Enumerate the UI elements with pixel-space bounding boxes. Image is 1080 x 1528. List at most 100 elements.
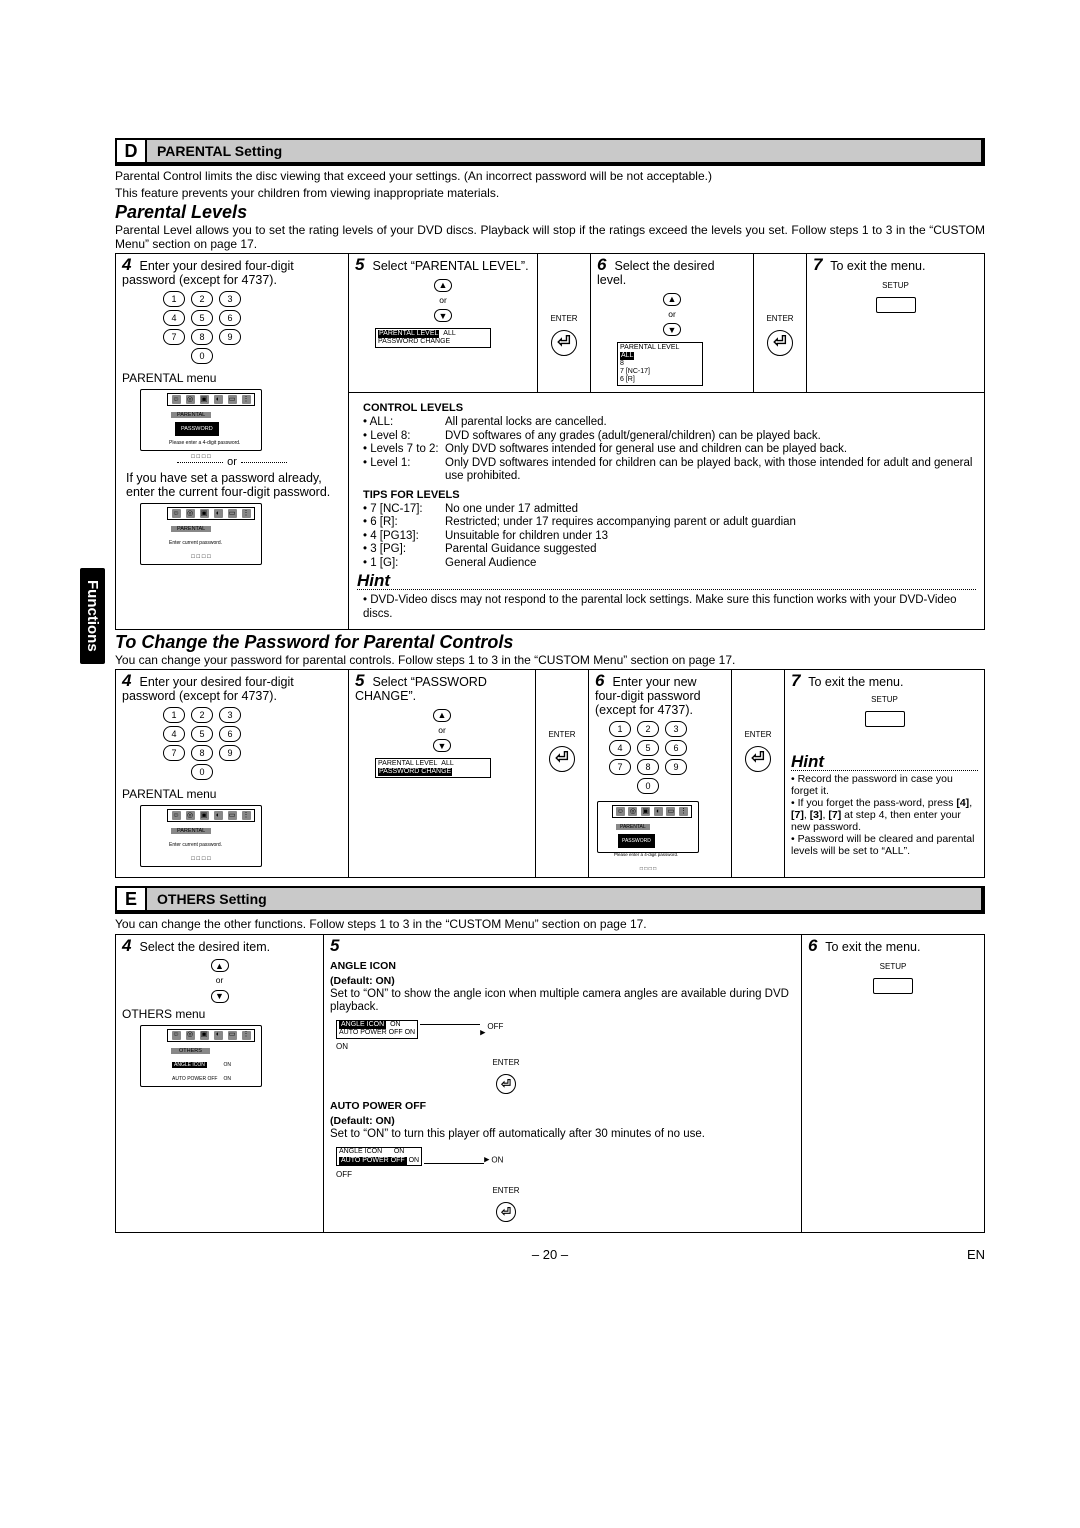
key-7: 7 — [163, 745, 185, 761]
step-number: 6 — [595, 674, 609, 688]
tv-curprompt-2: Enter current password. — [169, 838, 261, 852]
cl-k: • Level 8: — [363, 430, 445, 444]
remote-keypad: 123 456 789 0 — [152, 291, 252, 367]
enter-button-icon: ⏎ — [496, 1074, 516, 1094]
pl-step6: 6 Select the desired level. — [597, 258, 747, 287]
remote-keypad: 123 456 789 0 — [152, 707, 252, 783]
down-button-icon: ▼ — [663, 323, 681, 336]
parental-levels-steps: 4 Enter your desired four-digit password… — [115, 253, 985, 630]
step-number: 6 — [597, 258, 611, 272]
tip-k: • 3 [PG]: — [363, 543, 445, 557]
auto-power-diagram: ANGLE ICON ON AUTO POWER OFF ON ▶ ON OFF… — [336, 1147, 676, 1226]
oth-step6: 6 To exit the menu. — [808, 939, 978, 954]
angle-icon-default: (Default: ON) — [330, 975, 395, 987]
or-label: or — [355, 723, 529, 737]
change-pw-intro: You can change your password for parenta… — [115, 653, 985, 667]
key-2: 2 — [191, 707, 213, 723]
key-0: 0 — [191, 348, 213, 364]
cp-step7-text: To exit the menu. — [808, 675, 903, 689]
cl-k: • Levels 7 to 2: — [363, 443, 445, 457]
tv-ai-v: ON — [220, 1058, 234, 1072]
tv-curprompt: Enter current password. — [169, 536, 261, 550]
cp-step5-text: Select “PASSWORD CHANGE”. — [355, 675, 487, 703]
d-on4: ON — [394, 1148, 405, 1155]
d-off: OFF — [487, 1022, 503, 1031]
d-on3: ON — [336, 1042, 348, 1051]
others-menu-label: OTHERS menu — [122, 1007, 317, 1021]
osd-all: ALL — [620, 352, 634, 360]
osd-nc17: 7 [NC-17] — [620, 368, 650, 375]
osd-password-change: PARENTAL LEVEL ALL PASSWORD CHANGE — [375, 758, 491, 778]
hint1-head: Hint — [357, 574, 976, 590]
tv-prompt: Please enter a 4-digit password. — [169, 436, 261, 450]
tv-boxes-2: □ □ □ □ — [141, 550, 261, 564]
cp-step6: 6 Enter your new four-digit password (ex… — [595, 674, 725, 717]
enter-button-icon: ⏎ — [745, 746, 771, 772]
osd-row-parental-level: PARENTAL LEVEL — [378, 330, 439, 338]
sidebar-tab-functions: Functions — [80, 568, 105, 664]
tv-boxes-4: □ □ □ □ — [598, 862, 698, 876]
step5-text: Select “PARENTAL LEVEL”. — [372, 259, 528, 273]
tips-head: TIPS FOR LEVELS — [363, 488, 976, 502]
key-2: 2 — [637, 721, 659, 737]
enter-label: ENTER — [542, 728, 582, 742]
tv-parental-tab-3: PARENTAL — [171, 828, 211, 834]
pl-step5: 5 Select “PARENTAL LEVEL”. — [355, 258, 531, 273]
angle-icon-diagram: ANGLE ICON ON AUTO POWER OFF ON ▶ OFF ON… — [336, 1020, 676, 1099]
down-button-icon: ▼ — [434, 309, 452, 322]
key-6: 6 — [219, 726, 241, 742]
setup-label: SETUP — [791, 693, 978, 707]
hint2-body: • Record the password in case you forget… — [791, 771, 978, 859]
key-9: 9 — [219, 329, 241, 345]
step7-text: To exit the menu. — [830, 259, 925, 273]
step-number: 7 — [791, 674, 805, 688]
cp-step4: 4 Enter your desired four-digit password… — [122, 674, 342, 703]
or-label: or — [597, 307, 747, 321]
tv-ai: ANGLE ICON — [172, 1062, 207, 1068]
step-number: 4 — [122, 674, 136, 688]
remote-keypad: 123 456 789 0 — [603, 721, 693, 797]
step-number: 7 — [813, 258, 827, 272]
enter-label: ENTER — [544, 312, 584, 326]
tv-ap: AUTO POWER OFF — [169, 1072, 220, 1086]
intro-d-l2: This feature prevents your children from… — [115, 186, 985, 201]
oth-step5: 5 — [330, 939, 795, 954]
step-number: 5 — [355, 674, 369, 688]
pl-step7: 7 To exit the menu. — [813, 258, 978, 273]
enter-label: ENTER — [492, 1186, 519, 1195]
cp-step4-text: Enter your desired four-digit password (… — [122, 675, 294, 703]
tv-others-tab: OTHERS — [171, 1048, 210, 1054]
tips-list: • 7 [NC-17]:No one under 17 admitted • 6… — [357, 503, 976, 571]
key-1: 1 — [163, 707, 185, 723]
osd-row: PARENTAL LEVEL — [378, 760, 437, 767]
d-ai: ANGLE ICON — [339, 1021, 386, 1030]
section-d-bar: D PARENTAL Setting — [115, 138, 985, 166]
key-7: 7 — [609, 759, 631, 775]
osd-r: 6 [R] — [620, 376, 635, 383]
cl-k: • Level 1: — [363, 457, 445, 484]
key-9: 9 — [219, 745, 241, 761]
section-e-title: OTHERS Setting — [147, 888, 981, 910]
key-2: 2 — [191, 291, 213, 307]
control-levels-head: CONTROL LEVELS — [363, 401, 976, 415]
page-footer: – 20 – EN — [115, 1247, 985, 1262]
others-steps: 4 Select the desired item. ▲ or ▼ OTHERS… — [115, 934, 985, 1233]
osd-parental-level: PARENTAL LEVEL ALL PASSWORD CHANGE — [375, 328, 491, 348]
key-4: 4 — [163, 726, 185, 742]
step-number: 6 — [808, 939, 822, 953]
osd-head: PARENTAL LEVEL — [620, 344, 679, 351]
tv-password-tab-2: PASSWORD — [618, 834, 655, 848]
tv-boxes-3: □ □ □ □ — [141, 852, 261, 866]
hint2-head: Hint — [791, 755, 978, 771]
already-text: If you have set a password already, ente… — [126, 471, 338, 499]
angle-icon-head: ANGLE ICON — [330, 960, 396, 972]
tip-v: Unsuitable for children under 13 — [445, 530, 976, 544]
or-label: or — [355, 293, 531, 307]
enter-label: ENTER — [492, 1058, 519, 1067]
down-button-icon: ▼ — [211, 990, 229, 1003]
parental-levels-head: Parental Levels — [115, 202, 985, 223]
key-1: 1 — [163, 291, 185, 307]
step-number: 4 — [122, 258, 136, 272]
page-lang: EN — [967, 1247, 985, 1262]
enter-label: ENTER — [760, 312, 800, 326]
